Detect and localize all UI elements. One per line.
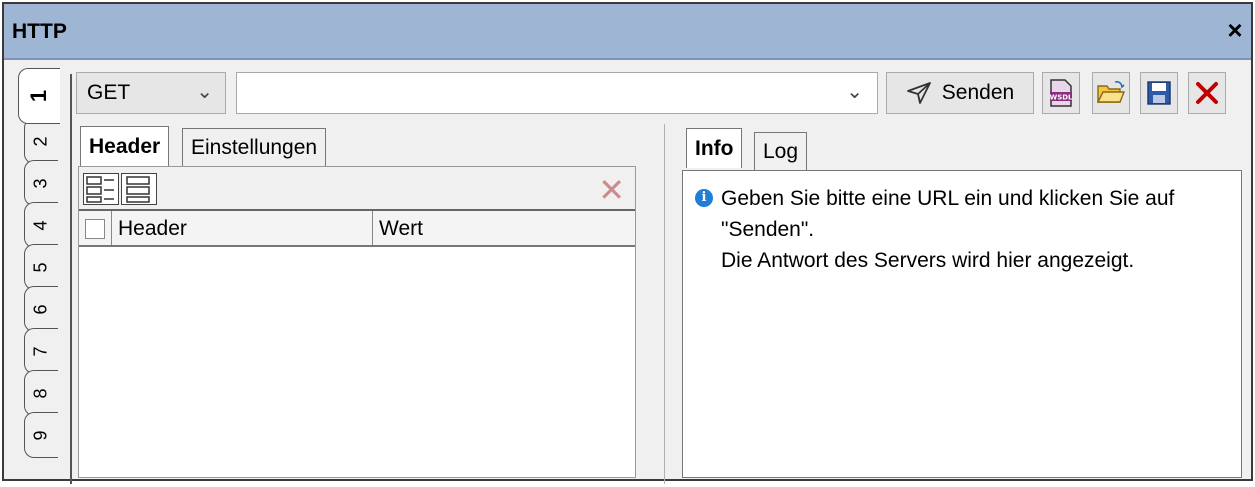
http-window: HTTP × 1 2 3 4 5 6 7 8 9 GET ⌄ ⌄ Senden …	[2, 2, 1253, 484]
header-panel: ✕ Header Wert	[78, 166, 636, 478]
vertical-tab-7[interactable]: 7	[24, 328, 58, 374]
vertical-tab-4[interactable]: 4	[24, 202, 58, 248]
add-row-icon	[86, 176, 114, 203]
vertical-tab-8[interactable]: 8	[24, 370, 58, 416]
info-icon: i	[695, 189, 713, 207]
tab-settings-label: Einstellungen	[191, 135, 318, 159]
wsdl-button[interactable]: WSDL	[1042, 72, 1080, 114]
window-title: HTTP	[12, 20, 67, 43]
chevron-down-icon: ⌄	[196, 81, 213, 103]
open-folder-icon	[1096, 81, 1126, 103]
header-table-head: Header Wert	[79, 211, 635, 247]
tab-header-label: Header	[89, 134, 161, 158]
vertical-tab-6[interactable]: 6	[24, 286, 58, 332]
select-all-checkbox[interactable]	[85, 219, 105, 239]
delete-header-icon[interactable]: ✕	[598, 171, 625, 209]
vertical-tab-strip: 1 2 3 4 5 6 7 8 9	[12, 62, 72, 487]
append-row-icon	[126, 176, 150, 203]
send-button[interactable]: Senden	[886, 72, 1034, 114]
vertical-tab-5[interactable]: 5	[24, 244, 58, 290]
vertical-tab-1[interactable]: 1	[18, 68, 60, 124]
column-value: Wert	[373, 211, 635, 245]
title-bar: HTTP ×	[4, 4, 1251, 60]
vertical-tab-label: 3	[30, 177, 51, 189]
vertical-tab-label: 9	[30, 429, 51, 441]
vertical-tab-9[interactable]: 9	[24, 412, 58, 458]
add-header-button[interactable]	[83, 173, 119, 205]
paper-plane-icon	[906, 82, 931, 104]
vertical-tab-label: 6	[30, 303, 51, 315]
method-select[interactable]: GET ⌄	[76, 72, 226, 114]
window-body: 1 2 3 4 5 6 7 8 9 GET ⌄ ⌄ Senden WSDL He…	[4, 62, 1251, 484]
close-window-icon[interactable]: ×	[1223, 16, 1247, 44]
tab-info-label: Info	[695, 136, 734, 160]
delete-request-button[interactable]	[1188, 72, 1226, 114]
column-header-label: Header	[118, 217, 187, 240]
chevron-down-icon[interactable]: ⌄	[846, 79, 863, 104]
save-button[interactable]	[1140, 72, 1178, 114]
vertical-tab-2[interactable]: 2	[24, 118, 58, 164]
column-value-label: Wert	[379, 217, 423, 240]
url-input[interactable]: ⌄	[236, 72, 878, 114]
vertical-tab-label: 8	[30, 387, 51, 399]
tab-header[interactable]: Header	[80, 126, 170, 166]
tab-settings[interactable]: Einstellungen	[182, 128, 327, 166]
info-message: i Geben Sie bitte eine URL ein und klick…	[695, 183, 1229, 276]
tab-log-label: Log	[763, 139, 799, 163]
tab-info[interactable]: Info	[686, 128, 743, 168]
vertical-tab-label: 1	[26, 89, 52, 103]
save-icon	[1147, 81, 1171, 105]
header-toolbar: ✕	[79, 167, 635, 211]
vertical-tab-label: 4	[30, 219, 51, 231]
open-button[interactable]	[1092, 72, 1130, 114]
append-header-button[interactable]	[121, 173, 157, 205]
info-text: Geben Sie bitte eine URL ein und klicken…	[721, 187, 1175, 272]
wsdl-icon: WSDL	[1049, 79, 1073, 107]
svg-text:WSDL: WSDL	[1049, 94, 1073, 102]
column-header: Header	[111, 211, 373, 245]
vertical-tab-3[interactable]: 3	[24, 160, 58, 206]
method-value: GET	[87, 81, 131, 104]
vertical-tab-label: 5	[30, 261, 51, 273]
send-label: Senden	[941, 81, 1015, 104]
tab-log[interactable]: Log	[754, 132, 808, 170]
info-panel: i Geben Sie bitte eine URL ein und klick…	[682, 170, 1242, 478]
vertical-tab-divider	[70, 74, 72, 484]
vertical-tab-label: 2	[30, 135, 51, 147]
close-icon	[1196, 82, 1218, 104]
vertical-tab-label: 7	[30, 345, 51, 357]
pane-splitter[interactable]	[664, 124, 665, 484]
